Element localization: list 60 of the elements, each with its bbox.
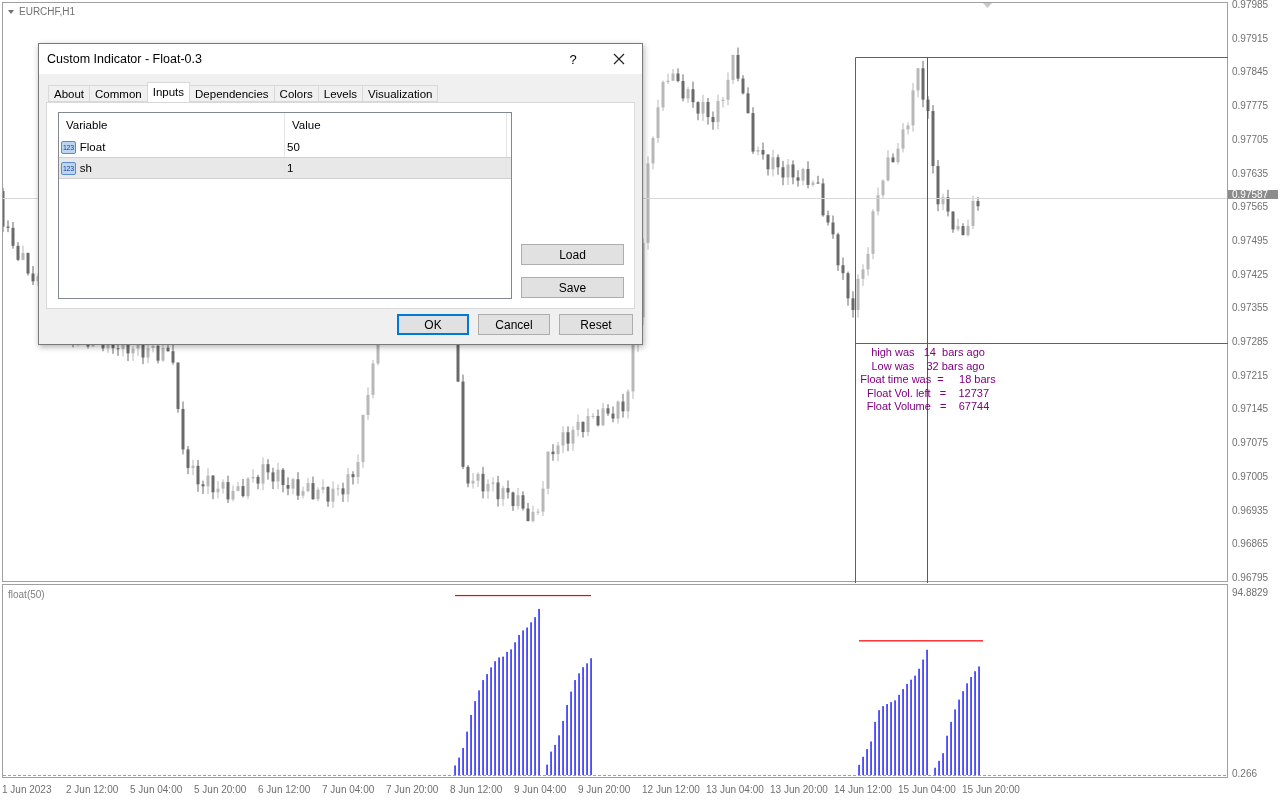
side-button[interactable]: Save [521,277,624,298]
variable-name: Float [79,141,106,153]
time-tick: 7 Jun 20:00 [385,783,440,795]
price-tick: 0.96795 [1231,572,1270,582]
price-tick: 0.97355 [1231,303,1270,313]
dialog-button[interactable]: Cancel [478,314,550,335]
price-tick: 0.97075 [1231,438,1270,448]
symbol-label: EURCHF,H1 [19,6,76,17]
time-tick: 13 Jun 04:00 [705,783,765,795]
time-tick: 1 Jun 2023 [1,783,53,795]
price-tick: 0.97005 [1231,471,1270,481]
dialog-tab[interactable]: About [48,85,91,102]
dialog-tab[interactable]: Inputs [146,82,191,102]
price-tick: 0.96935 [1231,505,1270,515]
dialog-tab[interactable]: Dependencies [189,85,275,102]
price-tick: 0.97985 [1231,0,1270,9]
dialog-tab[interactable]: Levels [317,85,364,102]
time-tick: 8 Jun 12:00 [449,783,504,795]
price-tick: 0.96865 [1231,539,1270,549]
side-button[interactable]: Load [521,244,624,265]
dialog-tab[interactable]: Visualization [362,85,439,102]
time-tick: 2 Jun 12:00 [65,783,120,795]
price-tick: 0.97215 [1231,370,1270,380]
indicator-scale-max: 94.8829 [1232,588,1269,598]
price-tick: 0.97845 [1231,67,1270,77]
time-tick: 6 Jun 12:00 [257,783,312,795]
time-tick: 7 Jun 04:00 [321,783,376,795]
variable-value: 50 [287,141,300,153]
price-tick: 0.97705 [1231,134,1270,144]
price-tick: 0.97285 [1231,337,1270,347]
price-tick: 0.97565 [1231,202,1270,212]
time-tick: 14 Jun 12:00 [833,783,893,795]
time-tick: 12 Jun 12:00 [641,783,701,795]
indicator-scale-min: 0.266 [1232,769,1258,779]
price-tick: 0.97145 [1231,404,1270,414]
dialog-button[interactable]: Reset [559,314,633,335]
dialog-title: Custom Indicator - Float-0.3 [47,52,203,66]
time-tick: 9 Jun 04:00 [513,783,568,795]
time-tick: 9 Jun 20:00 [577,783,632,795]
help-button[interactable]: ? [550,44,596,74]
price-tick: 0.97775 [1231,101,1270,111]
close-icon [613,53,625,65]
indicator-label: float(50) [8,589,45,600]
dialog-button[interactable]: OK [397,314,469,335]
time-tick: 13 Jun 20:00 [769,783,829,795]
shift-marker-icon [983,3,992,8]
variable-name: sh [79,162,92,174]
variable-value: 1 [287,162,294,174]
time-tick: 15 Jun 20:00 [961,783,1021,795]
time-tick: 15 Jun 04:00 [897,783,957,795]
time-tick: 5 Jun 04:00 [129,783,184,795]
current-price-tag: 0.97587 [1228,190,1278,199]
price-tick: 0.97915 [1231,33,1270,43]
dialog-tab[interactable]: Colors [273,85,319,102]
price-tick: 0.97635 [1231,168,1270,178]
dropdown-caret-icon [8,10,14,14]
time-tick: 5 Jun 20:00 [193,783,248,795]
dialog-tab[interactable]: Common [89,85,148,102]
price-tick: 0.97425 [1231,269,1270,279]
price-tick: 0.97495 [1231,235,1270,245]
